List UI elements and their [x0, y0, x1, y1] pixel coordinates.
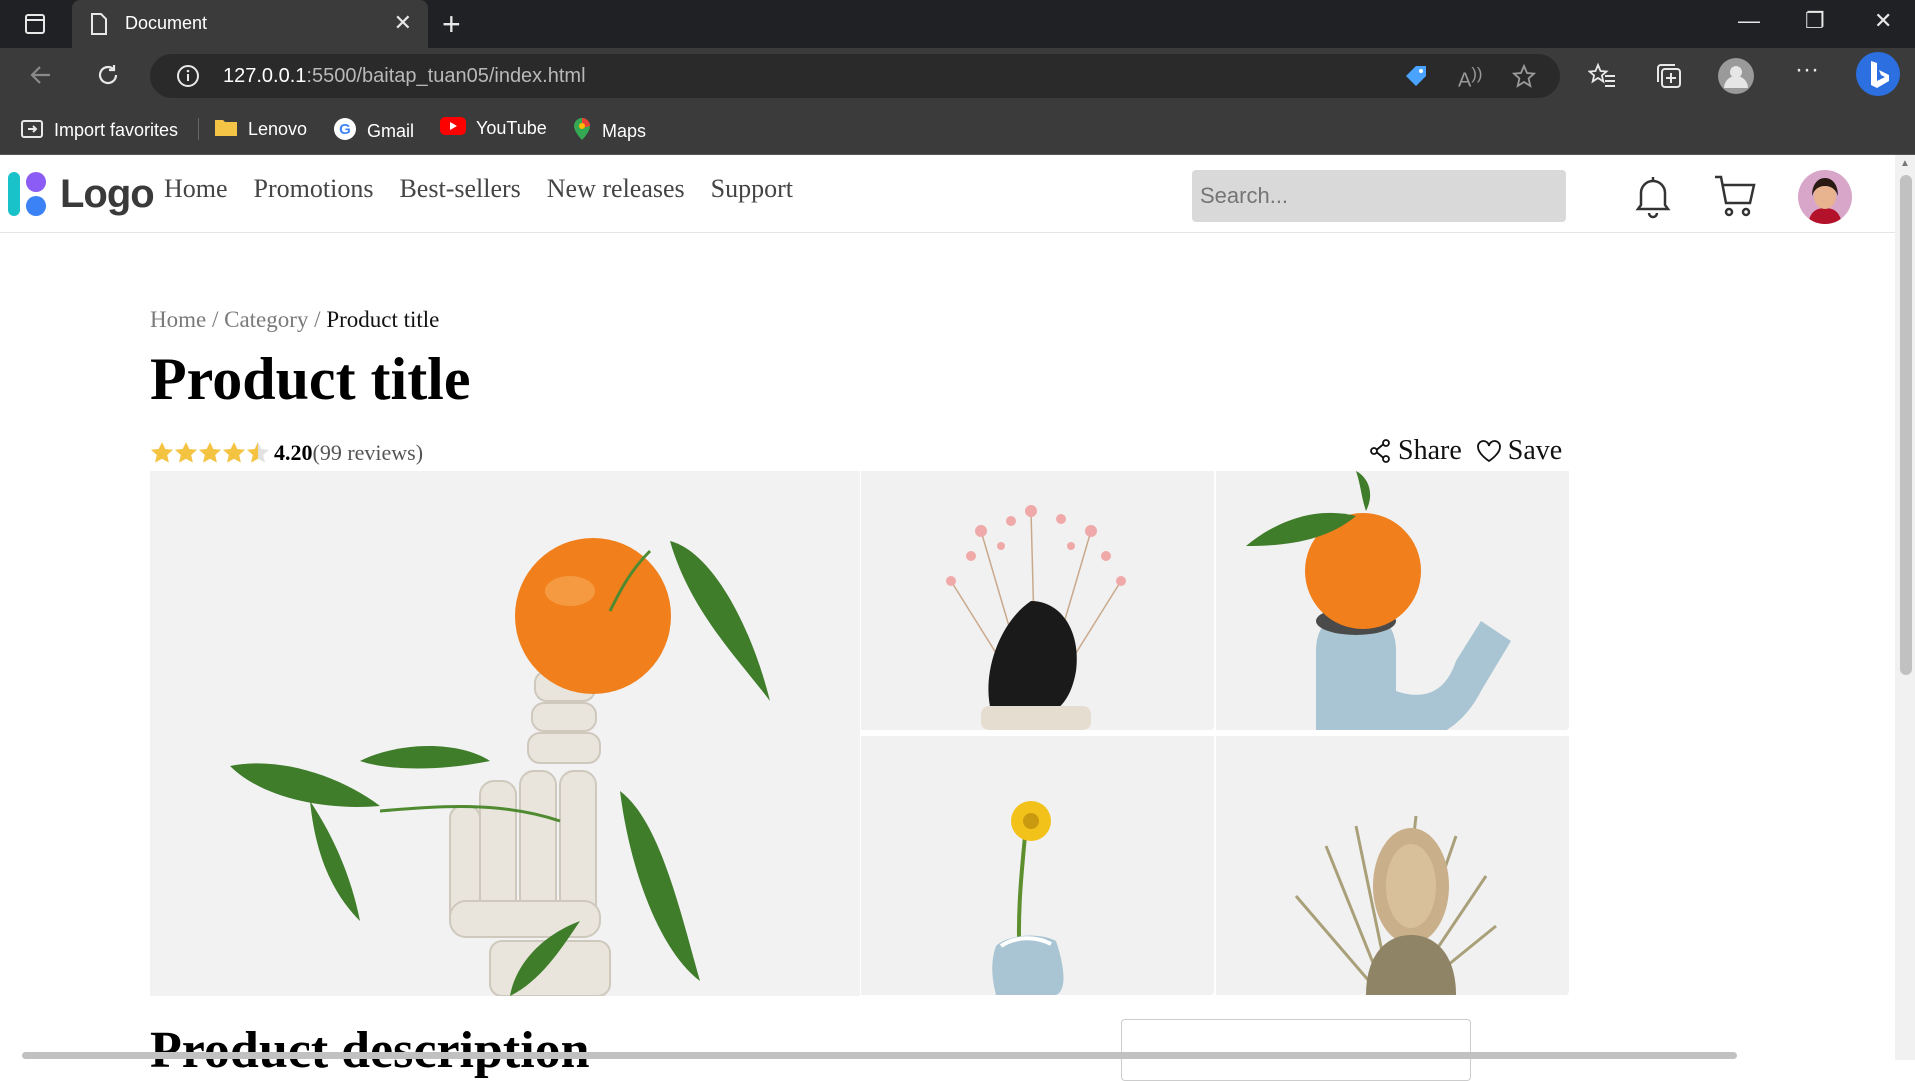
product-description-heading: Product description — [150, 1022, 590, 1079]
more-options-icon[interactable]: ··· — [1795, 56, 1819, 84]
share-button[interactable]: Share — [1368, 435, 1462, 467]
import-icon — [20, 117, 44, 144]
nav-home[interactable]: Home — [164, 174, 228, 204]
google-icon: G — [333, 117, 357, 146]
save-label: Save — [1507, 435, 1563, 466]
notification-bell-icon[interactable] — [1633, 173, 1673, 224]
rating-value: 4.20 — [274, 440, 313, 465]
purchase-card — [1121, 1019, 1471, 1081]
bookmark-lenovo[interactable]: Lenovo — [214, 117, 307, 142]
tab-actions-icon[interactable] — [24, 13, 46, 40]
nav-new-releases[interactable]: New releases — [547, 174, 685, 204]
page-title: Product title — [150, 346, 471, 412]
nav-promotions[interactable]: Promotions — [254, 174, 374, 204]
share-icon — [1370, 439, 1390, 463]
scrollbar-thumb[interactable] — [1900, 175, 1912, 675]
tab-title: Document — [125, 13, 208, 33]
breadcrumb-current: Product title — [326, 307, 440, 332]
save-button[interactable]: Save — [1476, 435, 1562, 467]
address-bar[interactable]: 127.0.0.1:5500/baitap_tuan05/index.html … — [150, 54, 1560, 98]
user-avatar[interactable] — [1798, 170, 1852, 224]
bookmark-label: Maps — [602, 121, 647, 141]
nav-best-sellers[interactable]: Best-sellers — [399, 174, 520, 204]
shopping-cart-icon[interactable] — [1713, 173, 1757, 224]
site-info-icon[interactable] — [176, 64, 200, 94]
document-icon — [90, 13, 108, 40]
site-logo[interactable]: Logo — [4, 170, 155, 218]
product-gallery — [150, 471, 1570, 996]
review-count[interactable]: (99 reviews) — [313, 440, 424, 466]
nav-support[interactable]: Support — [711, 174, 793, 204]
rating-stars-icon — [151, 442, 269, 463]
add-favorite-icon[interactable] — [1510, 63, 1538, 97]
logo-icon — [8, 172, 46, 216]
product-image-thumb[interactable] — [861, 736, 1214, 995]
minimize-icon[interactable]: — — [1738, 8, 1760, 34]
svg-text:G: G — [339, 121, 351, 138]
product-image-main[interactable] — [150, 471, 860, 996]
reload-icon[interactable] — [95, 62, 121, 93]
bookmark-maps[interactable]: Maps — [572, 117, 646, 146]
share-label: Share — [1398, 435, 1462, 466]
read-aloud-icon[interactable]: A)) — [1458, 64, 1482, 93]
collections-icon[interactable] — [1655, 62, 1683, 95]
bookmark-youtube[interactable]: YouTube — [440, 117, 547, 140]
bookmark-label: Lenovo — [248, 119, 308, 139]
site-header: Logo Home Promotions Best-sellers New re… — [0, 155, 1895, 233]
breadcrumb-separator: / — [211, 307, 219, 332]
maps-icon — [572, 117, 592, 146]
url-path: :5500/baitap_tuan05/index.html — [306, 65, 586, 87]
bing-copilot-icon[interactable] — [1855, 51, 1901, 102]
product-image-thumb[interactable] — [1216, 471, 1569, 730]
horizontal-scrollbar-thumb[interactable] — [22, 1052, 1737, 1059]
price-tag-icon[interactable] — [1402, 62, 1430, 96]
scroll-up-icon[interactable]: ▲ — [1900, 158, 1910, 169]
product-image-thumb[interactable] — [861, 471, 1214, 730]
bookmark-label: Gmail — [367, 121, 415, 141]
youtube-icon — [440, 117, 466, 140]
bookmark-label: Import favorites — [54, 120, 179, 140]
profile-icon[interactable] — [1718, 58, 1754, 99]
vertical-scrollbar[interactable]: ▲ — [1895, 155, 1915, 1060]
bookmark-label: YouTube — [476, 118, 547, 138]
close-tab-icon[interactable]: ✕ — [394, 10, 412, 36]
search-input[interactable] — [1192, 170, 1566, 222]
web-page: Logo Home Promotions Best-sellers New re… — [0, 155, 1895, 1081]
breadcrumb-home[interactable]: Home — [150, 307, 206, 332]
browser-toolbar: 127.0.0.1:5500/baitap_tuan05/index.html … — [0, 48, 1915, 104]
close-window-icon[interactable]: ✕ — [1874, 8, 1892, 34]
folder-icon — [214, 117, 238, 142]
main-nav: Home Promotions Best-sellers New release… — [164, 174, 793, 204]
product-image-thumb[interactable] — [1216, 736, 1569, 995]
breadcrumb-separator: / — [314, 307, 321, 332]
restore-icon[interactable]: ❐ — [1805, 8, 1825, 34]
product-rating: 4.20 (99 reviews) — [150, 440, 423, 466]
logo-text: Logo — [60, 171, 155, 216]
bookmark-divider — [198, 118, 199, 140]
breadcrumb-category[interactable]: Category — [224, 307, 308, 332]
bookmarks-bar: Import favorites Lenovo G Gmail YouTube … — [0, 104, 1915, 155]
favorites-icon[interactable] — [1587, 62, 1616, 95]
bookmark-gmail[interactable]: G Gmail — [333, 117, 414, 146]
browser-tab-bar: Document ✕ + — ❐ ✕ — [0, 0, 1915, 48]
bookmark-import-favorites[interactable]: Import favorites — [20, 117, 178, 144]
breadcrumb: Home / Category / Product title — [150, 307, 439, 333]
browser-tab-document[interactable]: Document ✕ — [72, 0, 428, 48]
back-icon[interactable] — [28, 62, 54, 93]
new-tab-button[interactable]: + — [442, 6, 461, 43]
product-actions: Share Save — [1368, 435, 1562, 467]
url-host: 127.0.0.1 — [223, 65, 307, 87]
heart-icon — [1476, 440, 1501, 463]
